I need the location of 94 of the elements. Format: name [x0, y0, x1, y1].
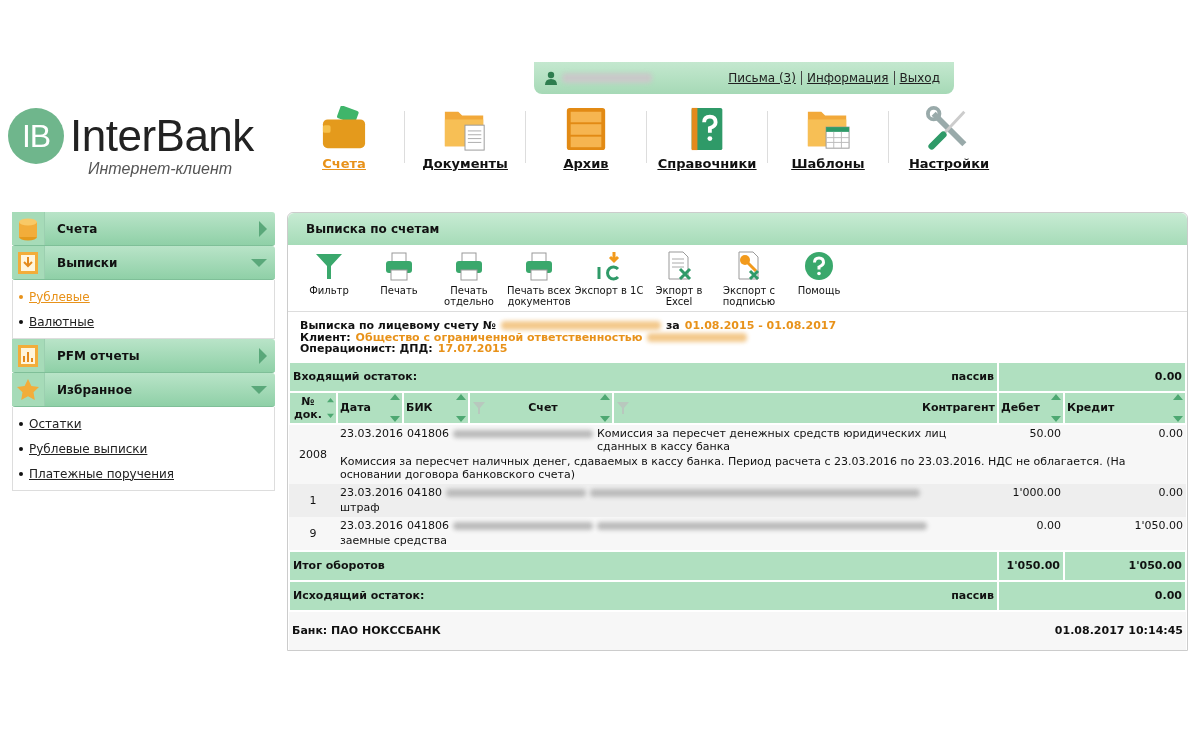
printer-icon: [454, 251, 484, 281]
user-icon: [544, 71, 558, 85]
sort-arrows-icon: [390, 393, 400, 422]
column-header[interactable]: Кредит: [1064, 391, 1186, 424]
table-cell: заемные средства: [340, 533, 447, 547]
bullet-icon: [19, 471, 23, 476]
balance-type: пассив: [951, 589, 994, 603]
toolbar-button[interactable]: Фильтр: [294, 251, 364, 307]
expand-caret-icon: [259, 220, 267, 237]
sort-arrows-icon: [1173, 393, 1183, 422]
column-header[interactable]: Дебет: [998, 391, 1064, 424]
expand-caret-icon: [259, 347, 267, 364]
nav-item[interactable]: Настройки: [895, 106, 1003, 171]
table-cell: штраф: [340, 500, 380, 514]
sort-arrows-icon: [1051, 393, 1061, 422]
sidebar-section[interactable]: PFM отчеты: [12, 339, 275, 373]
help-icon: [804, 251, 834, 281]
column-header[interactable]: БИК: [403, 391, 469, 424]
table-cell: 50.00: [998, 423, 1064, 455]
column-header[interactable]: Дата: [337, 391, 403, 424]
sidebar-section[interactable]: Выписки: [12, 246, 275, 280]
bullet-icon: [19, 446, 23, 451]
timestamp: 01.08.2017 10:14:45: [1054, 624, 1183, 638]
printer-icon: [384, 251, 414, 281]
toolbar-button[interactable]: Помощь: [784, 251, 854, 307]
table-cell: 04180: [407, 485, 442, 499]
client-value: Общество с ограниченной ответственностью: [355, 331, 643, 344]
download-document-icon: [17, 250, 39, 275]
sidebar-section[interactable]: Избранное: [12, 373, 275, 407]
bullet-icon: [19, 319, 23, 324]
table-cell: 041806: [407, 426, 449, 440]
toolbar-button[interactable]: Экпорт в Excel: [644, 251, 714, 307]
filter-icon: [472, 400, 486, 415]
closing-balance-amount: 0.00: [998, 580, 1186, 611]
toolbar-button[interactable]: Печать всех документов: [504, 251, 574, 307]
sidebar-link[interactable]: Платежные поручения: [29, 466, 174, 481]
collapse-caret-icon: [251, 385, 267, 394]
star-icon: [16, 377, 40, 402]
panel-title: Выписка по счетам: [288, 213, 1187, 245]
table-cell: 9: [289, 516, 337, 551]
sort-arrows-icon: [600, 393, 610, 422]
table-cell: 041806: [407, 518, 449, 532]
header-link[interactable]: Письма (3): [728, 71, 796, 85]
column-header[interactable]: № док.: [289, 391, 337, 424]
sidebar-link[interactable]: Валютные: [29, 314, 95, 329]
column-header[interactable]: Счет: [469, 391, 613, 424]
logo-mark: IB: [8, 108, 64, 164]
sidebar-link[interactable]: Рублевые выписки: [29, 441, 148, 456]
chart-document-icon: [17, 343, 39, 368]
funnel-icon: [314, 251, 344, 281]
table-cell: 0.00: [1064, 423, 1186, 455]
operator-date: 17.07.2015: [437, 343, 508, 355]
bank-name: Банк: ПАО НОКССБАНК: [292, 624, 441, 638]
logo-subtitle: Интернет-клиент: [87, 160, 234, 178]
nav-item[interactable]: Шаблоны: [774, 106, 882, 171]
info-label: за: [665, 320, 680, 332]
opening-balance-label: Входящий остаток:: [293, 370, 418, 384]
sidebar-section[interactable]: Счета: [12, 212, 275, 246]
opening-balance-amount: 0.00: [998, 361, 1186, 392]
sidebar-link[interactable]: Остатки: [29, 416, 82, 431]
table-cell: 23.03.2016: [340, 518, 403, 532]
table-cell: 1'050.00: [1064, 550, 1186, 581]
header-link[interactable]: Информация: [800, 71, 889, 85]
bullet-icon: [19, 421, 23, 426]
toolbar-button[interactable]: Печать отдельно: [434, 251, 504, 307]
table-cell: 1: [289, 483, 337, 517]
balance-type: пассив: [951, 370, 994, 384]
toolbar-button[interactable]: Печать: [364, 251, 434, 307]
column-header[interactable]: Контрагент: [613, 391, 998, 424]
header-link[interactable]: Выход: [893, 71, 940, 85]
toolbar-button[interactable]: Экспорт в 1С: [574, 251, 644, 307]
table-cell: Комиссия за пересчет наличных денег, сдаваемых в кассу банка. Период расчета с 23.03.2016 по 23.03.2016. НДС не облагается. (На основании договора банковского счета): [340, 454, 1126, 481]
info-label: Выписка по лицевому счету №: [300, 320, 496, 332]
closing-balance-label: Исходящий остаток:: [293, 589, 425, 603]
filter-icon: [616, 400, 630, 415]
coins-icon: [18, 216, 38, 241]
turnover-label: Итог оборотов: [289, 550, 998, 581]
collapse-caret-icon: [251, 258, 267, 267]
nav-item[interactable]: Архив: [532, 106, 640, 171]
table-cell: 2008: [289, 423, 337, 484]
period-value: 01.08.2015 - 01.08.2017: [684, 320, 837, 332]
nav-item[interactable]: Документы: [411, 106, 519, 171]
table-cell: 23.03.2016: [340, 485, 403, 499]
printer-icon: [524, 251, 554, 281]
nav-item[interactable]: Справочники: [653, 106, 761, 171]
bullet-icon: [19, 294, 23, 299]
table-cell: 1'050.00: [998, 550, 1064, 581]
info-label: Клиент:: [300, 331, 351, 344]
logo-name: InterBank: [70, 111, 254, 161]
toolbar-button[interactable]: Экспорт с подписью: [714, 251, 784, 307]
info-label: Операционист: ДПД:: [300, 343, 433, 355]
table-cell: 23.03.2016: [340, 426, 403, 440]
table-cell-text: Комиссия за пересчет денежных средств юридических лиц сданных в кассу банка: [597, 426, 948, 453]
sort-arrows-icon: [456, 393, 466, 422]
